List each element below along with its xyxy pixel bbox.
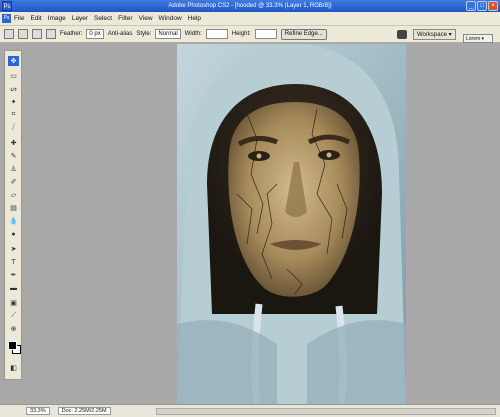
eyedropper-tool-icon[interactable]: ⟋ bbox=[8, 311, 19, 321]
document-size-field[interactable]: Doc: 2.25M/2.25M bbox=[57, 407, 111, 415]
notes-tool-icon[interactable]: ▣ bbox=[8, 298, 19, 308]
anti-alias-label[interactable]: Anti-alias bbox=[108, 31, 133, 37]
pen-tool-icon[interactable]: ✒ bbox=[8, 270, 19, 280]
height-input[interactable] bbox=[254, 29, 277, 39]
subtract-selection-icon[interactable] bbox=[46, 29, 56, 39]
menu-image[interactable]: Image bbox=[48, 15, 66, 22]
horizontal-scrollbar[interactable] bbox=[156, 408, 496, 415]
toolbox: ✥ ▭ ᔕ ✦ ⌗ ⧸ ✚ ✎ ♙ ✐ ▱ ▤ 💧 ● ➤ T ✒ ▬ ▣ ⟋ … bbox=[4, 50, 22, 380]
height-label: Height: bbox=[231, 31, 251, 37]
document-icon[interactable]: Ps bbox=[2, 14, 11, 23]
maximize-button[interactable]: □ bbox=[477, 1, 487, 11]
photoshop-logo-icon[interactable]: Ps bbox=[2, 1, 12, 11]
menu-view[interactable]: View bbox=[139, 15, 153, 22]
feather-input[interactable]: 0 px bbox=[86, 29, 104, 39]
marquee-tool-icon[interactable]: ▭ bbox=[8, 71, 19, 81]
menu-select[interactable]: Select bbox=[94, 15, 112, 22]
brush-tool-icon[interactable]: ✎ bbox=[8, 151, 19, 161]
refine-edge-button[interactable]: Refine Edge... bbox=[280, 28, 327, 40]
document-image[interactable] bbox=[177, 44, 406, 404]
type-tool-icon[interactable]: T bbox=[8, 257, 19, 267]
path-selection-tool-icon[interactable]: ➤ bbox=[8, 244, 19, 254]
zoom-level-field[interactable]: 33.3% bbox=[26, 407, 50, 415]
menu-filter[interactable]: Filter bbox=[118, 15, 132, 22]
gradient-tool-icon[interactable]: ▤ bbox=[8, 203, 19, 213]
clone-stamp-tool-icon[interactable]: ♙ bbox=[8, 164, 19, 174]
style-select[interactable]: Normal bbox=[155, 29, 181, 39]
eraser-tool-icon[interactable]: ▱ bbox=[8, 190, 19, 200]
new-selection-icon[interactable] bbox=[18, 29, 28, 39]
move-tool-icon[interactable]: ✥ bbox=[8, 56, 19, 66]
crop-tool-icon[interactable]: ⌗ bbox=[8, 110, 19, 120]
history-brush-tool-icon[interactable]: ✐ bbox=[8, 177, 19, 187]
quick-mask-icon[interactable]: ◧ bbox=[8, 363, 19, 373]
blur-tool-icon[interactable]: 💧 bbox=[8, 216, 19, 226]
zoom-tool-icon[interactable]: ⊕ bbox=[8, 324, 19, 334]
palette-dropdown[interactable]: Lorem ▾ bbox=[463, 34, 493, 43]
brushes-palette-icon[interactable] bbox=[397, 30, 407, 39]
menu-bar: Ps File Edit Image Layer Select Filter V… bbox=[0, 12, 500, 26]
menu-layer[interactable]: Layer bbox=[72, 15, 88, 22]
width-input[interactable] bbox=[205, 29, 228, 39]
close-button[interactable]: × bbox=[488, 1, 498, 11]
foreground-color-swatch[interactable] bbox=[8, 341, 17, 350]
title-bar: Ps Adobe Photoshop CS2 - [hooded @ 33.3%… bbox=[0, 0, 500, 12]
menu-window[interactable]: Window bbox=[159, 15, 182, 22]
options-bar: Feather: 0 px Anti-alias Style: Normal W… bbox=[0, 26, 500, 43]
magic-wand-tool-icon[interactable]: ✦ bbox=[8, 97, 19, 107]
workspace-button[interactable]: Workspace ▾ bbox=[413, 29, 456, 40]
dodge-tool-icon[interactable]: ● bbox=[8, 229, 19, 239]
width-label: Width: bbox=[184, 31, 202, 37]
marquee-preset-icon[interactable] bbox=[4, 29, 14, 39]
menu-help[interactable]: Help bbox=[188, 15, 201, 22]
status-bar: 33.3% Doc: 2.25M/2.25M bbox=[0, 404, 500, 417]
feather-label: Feather: bbox=[60, 31, 83, 37]
shape-tool-icon[interactable]: ▬ bbox=[8, 283, 19, 293]
window-controls: _ □ × bbox=[466, 1, 498, 11]
style-label: Style: bbox=[136, 31, 152, 37]
lasso-tool-icon[interactable]: ᔕ bbox=[8, 84, 19, 94]
hooded-portrait-image bbox=[177, 44, 406, 404]
healing-brush-tool-icon[interactable]: ✚ bbox=[8, 138, 19, 148]
add-selection-icon[interactable] bbox=[32, 29, 42, 39]
minimize-button[interactable]: _ bbox=[466, 1, 476, 11]
slice-tool-icon[interactable]: ⧸ bbox=[8, 123, 19, 133]
menu-file[interactable]: File bbox=[14, 15, 24, 22]
menu-edit[interactable]: Edit bbox=[30, 15, 41, 22]
window-title: Adobe Photoshop CS2 - [hooded @ 33.3% (L… bbox=[168, 3, 332, 9]
